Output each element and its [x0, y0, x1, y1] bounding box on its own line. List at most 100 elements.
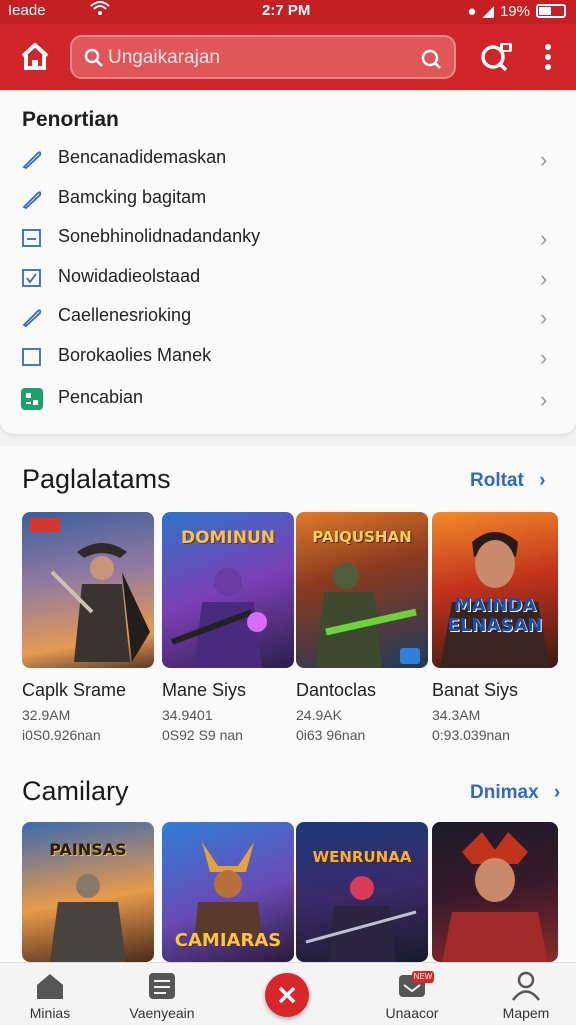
menu-panel: Penortian Bencanadidemaskan › Bamcking b…: [0, 92, 576, 434]
bottom-nav: Minias Vaenyeain Unaacor NEW Mapem: [0, 962, 576, 1024]
empty-box-icon: [20, 346, 44, 368]
chevron-right-icon: ›: [539, 470, 546, 491]
kebab-icon: [545, 44, 551, 70]
center-action-button[interactable]: [265, 973, 309, 1017]
ninja-art: [305, 876, 417, 962]
menu-item[interactable]: Bencanadidemaskan ›: [0, 139, 576, 179]
menu-item-label: Sonebhinolidnadandanky: [58, 226, 261, 246]
hero-art: [440, 532, 550, 668]
chevron-right-icon: ›: [540, 226, 548, 251]
search-submit-icon[interactable]: [420, 48, 442, 75]
nav-label: Vaenyeain: [129, 1005, 195, 1021]
section-title: Camilary: [22, 776, 129, 806]
game-card[interactable]: CAMIARAS: [162, 822, 294, 962]
see-more-link[interactable]: Roltat ›: [470, 470, 545, 492]
knight-art: [50, 874, 126, 962]
chevron-right-icon: ›: [540, 345, 548, 370]
home-button[interactable]: [16, 38, 54, 76]
game-thumbnail: WENRUNAA: [296, 822, 428, 962]
soldier-art: [316, 563, 420, 668]
menu-item-label: Pencabian: [58, 387, 144, 407]
menu-item[interactable]: Nowidadieolstaad ›: [0, 258, 576, 298]
game-thumbnail: MAINDA ELNASAN: [432, 512, 558, 668]
game-card[interactable]: PAIQUSHAN Dantoclas 24.9AK 0i63 96nan: [296, 512, 428, 743]
close-icon: [278, 986, 296, 1004]
game-title: Mane Siys: [162, 680, 247, 700]
chevron-right-icon: ›: [553, 782, 561, 803]
nav-label: Unaacor: [385, 1005, 439, 1021]
game-thumbnail: DOMINUN: [162, 512, 294, 668]
warrior-art: [30, 518, 150, 662]
game-card[interactable]: PAINSAS: [22, 822, 154, 962]
nav-home[interactable]: Minias: [0, 963, 100, 1025]
status-bar: Ieade 2:7 PM ● ◢ 19%: [0, 0, 576, 24]
game-title: Banat Siys: [432, 680, 519, 700]
see-more-link[interactable]: Dnimax ›: [470, 782, 560, 804]
art-title: MAINDA ELNASAN: [447, 595, 543, 636]
search-icon: [84, 48, 104, 73]
nav-label: Minias: [29, 1005, 71, 1021]
menu-item[interactable]: Bamcking bagitam: [0, 179, 576, 219]
game-title: Caplk Srame: [22, 680, 127, 700]
game-card[interactable]: [432, 822, 558, 962]
game-card[interactable]: DOMINUN Mane Siys 34.9401 0S92 S9 nan: [162, 512, 294, 743]
search-input[interactable]: [108, 45, 408, 71]
game-size: 32.9AM: [22, 707, 71, 723]
search-bar[interactable]: [70, 35, 456, 79]
chevron-right-icon: ›: [540, 387, 548, 412]
game-size: 34.3AM: [432, 707, 481, 723]
notification-button[interactable]: [478, 40, 514, 74]
nav-library[interactable]: Vaenyeain: [112, 963, 212, 1025]
menu-item-label: Nowidadieolstaad: [58, 266, 201, 286]
pencil-icon: [20, 188, 44, 210]
robot-art: [170, 568, 267, 668]
menu-item-label: Caellenesrioking: [58, 305, 192, 325]
checkbox-icon: [20, 227, 44, 249]
category-section: Camilary Dnimax › PAINSAS CAMIARAS WENRU…: [0, 756, 576, 962]
battery-level: 19%: [499, 2, 530, 20]
nav-profile[interactable]: Mapem: [476, 963, 576, 1025]
green-app-icon: [20, 388, 44, 410]
game-info: 0:93.039nan: [432, 727, 510, 743]
game-size: 34.9401: [162, 707, 213, 723]
game-thumbnail: [432, 822, 558, 962]
game-info: 0S92 S9 nan: [162, 727, 243, 743]
panel-title: Penortian: [22, 108, 119, 131]
pencil-icon: [20, 148, 44, 170]
new-badge: NEW: [412, 971, 434, 983]
game-info: 0i63 96nan: [296, 727, 366, 743]
menu-item-label: Bamcking bagitam: [58, 187, 207, 207]
more-menu-button[interactable]: [538, 40, 558, 74]
carrier: Ieade: [8, 2, 46, 19]
section-title: Paglalatams: [22, 464, 171, 494]
clock: 2:7 PM: [262, 2, 311, 19]
game-card[interactable]: MAINDA ELNASAN Banat Siys 34.3AM 0:93.03…: [432, 512, 558, 743]
game-card[interactable]: WENRUNAA: [296, 822, 428, 962]
see-more-label: Dnimax: [470, 782, 539, 803]
signal-icon: ◢: [482, 3, 494, 20]
game-size: 24.9AK: [296, 707, 342, 723]
chat-search-icon: [481, 43, 512, 72]
game-card[interactable]: Caplk Srame 32.9AM i0S0.926nan: [22, 512, 154, 743]
game-title: Dantoclas: [296, 680, 377, 700]
game-info: i0S0.926nan: [22, 727, 101, 743]
checked-box-icon: [20, 267, 44, 289]
home-icon: [37, 974, 63, 999]
list-icon: [149, 973, 175, 999]
app-bar: [0, 24, 576, 90]
menu-item-label: Borokaolies Manek: [58, 345, 212, 365]
pencil-icon: [20, 306, 44, 328]
see-more-label: Roltat: [470, 470, 524, 491]
nav-label: Mapem: [502, 1005, 550, 1021]
game-thumbnail: CAMIARAS: [162, 822, 294, 962]
menu-item[interactable]: Caellenesrioking ›: [0, 297, 576, 337]
menu-item[interactable]: Borokaolies Manek ›: [0, 337, 576, 377]
menu-item[interactable]: Sonebhinolidnadandanky ›: [0, 218, 576, 258]
menu-item-label: Bencanadidemaskan: [58, 147, 227, 167]
game-thumbnail: PAINSAS: [22, 822, 154, 962]
art-title: CAMIARAS: [174, 930, 282, 951]
game-thumbnail: [22, 512, 154, 668]
home-icon: [21, 43, 49, 70]
games-section: Paglalatams Roltat › Caplk Srame 32.9AM …: [0, 446, 576, 756]
menu-item[interactable]: Pencabian ›: [0, 379, 576, 419]
